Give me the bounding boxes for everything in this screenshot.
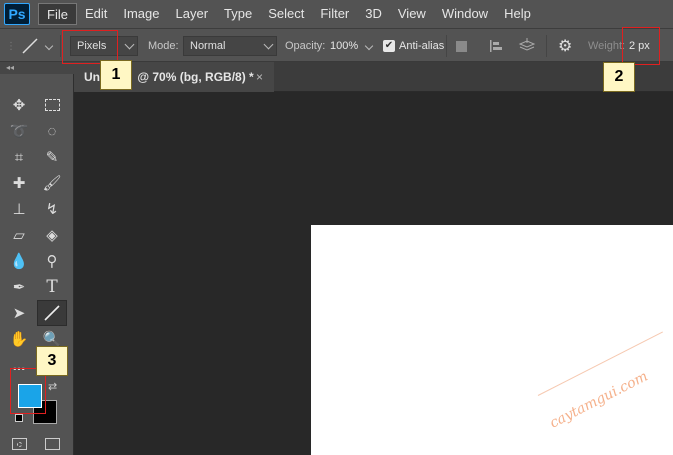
hand-tool[interactable]: ✋ [4,326,34,352]
annotation-badge-1: 1 [100,60,132,90]
separator [446,35,447,57]
path-arrangement-button[interactable] [518,29,536,63]
eraser-tool[interactable]: ▱ [4,222,34,248]
align-icon [490,40,502,52]
paint-bucket-tool[interactable]: ◈ [37,222,67,248]
menu-select[interactable]: Select [260,3,312,25]
bandage-icon: ✚ [12,175,26,192]
highlight-box-1 [62,30,118,64]
type-icon: T [46,277,58,297]
droplet-icon: 💧 [9,253,29,270]
blur-tool[interactable]: 💧 [4,248,34,274]
document-tab-bar: Un @ 70% (bg, RGB/8) * × [74,62,673,92]
screen-mode-button[interactable] [37,431,67,455]
gear-icon: ⚙ [558,38,573,55]
blend-mode-select[interactable]: Normal [183,36,277,56]
chevron-down-icon [263,39,274,50]
separator [60,35,61,57]
move-tool[interactable]: ✥ [4,92,34,118]
highlight-box-2 [622,27,660,65]
dodge-tool[interactable]: ⚲ [37,248,67,274]
document-tab-info: @ 70% (bg, RGB/8) * [137,70,254,84]
brush-tool[interactable]: 🖌 [37,170,67,196]
opacity-label: Opacity: [285,40,326,52]
menu-edit[interactable]: Edit [77,3,115,25]
lasso-icon: ➰ [9,123,29,140]
type-tool[interactable]: T [37,274,67,300]
line-tool-icon [22,38,38,54]
arrange-icon [518,38,536,51]
path-selection-tool[interactable]: ➤ [4,300,34,326]
menu-type[interactable]: Type [216,3,260,25]
paint-bucket-icon: ◈ [46,227,58,244]
brush-icon: 🖌 [42,175,62,192]
arrow-cursor-icon: ➤ [12,305,26,322]
pen-icon: ✒ [12,279,26,296]
antialias-checkbox[interactable]: ✔ [383,40,395,52]
eyedropper-icon: ✎ [45,149,59,166]
eraser-icon: ▱ [13,227,25,244]
eyedropper-tool[interactable]: ✎ [37,144,67,170]
separator [546,35,547,57]
move-icon: ✥ [12,97,26,114]
path-alignment-button[interactable] [488,29,504,63]
marquee-tool[interactable] [37,92,67,118]
history-brush-icon: ↯ [45,201,59,218]
photoshop-logo: Ps [4,3,30,25]
swap-colors-icon[interactable]: ⇄ [48,380,57,393]
pen-tool[interactable]: ✒ [4,274,34,300]
crop-icon: ⌗ [14,148,24,166]
menu-window[interactable]: Window [434,3,496,25]
dodge-icon: ⚲ [46,253,58,270]
quick-mask-icon [11,438,27,450]
close-icon[interactable]: × [256,62,263,92]
annotation-badge-2: 2 [603,62,635,92]
hand-icon: ✋ [9,331,29,348]
menu-view[interactable]: View [390,3,434,25]
settings-button[interactable]: ⚙ [558,29,572,63]
stamp-icon: ⊥ [12,201,26,218]
lasso-tool[interactable]: ➰ [4,118,34,144]
chevron-down-icon[interactable] [364,41,374,51]
quick-mask-button[interactable] [4,431,34,455]
crop-tool[interactable]: ⌗ [4,144,34,170]
chevron-down-icon [124,39,135,50]
clone-stamp-tool[interactable]: ⊥ [4,196,34,222]
blend-mode-value: Normal [190,40,226,52]
history-brush-tool[interactable]: ↯ [37,196,67,222]
antialias-label: Anti-alias [399,40,445,52]
menu-bar: Ps File Edit Image Layer Type Select Fil… [0,0,673,28]
quick-selection-tool[interactable]: ◌ [37,118,67,144]
opacity-input[interactable]: 100% [330,40,358,52]
line-tool-icon [44,305,60,321]
menu-3d[interactable]: 3D [357,3,390,25]
mode-label: Mode: [148,40,179,52]
default-colors-icon[interactable] [15,414,23,422]
marquee-icon [44,99,60,111]
menu-image[interactable]: Image [115,3,167,25]
path-operations-button[interactable] [456,29,467,63]
healing-brush-tool[interactable]: ✚ [4,170,34,196]
square-icon [456,40,467,52]
menu-filter[interactable]: Filter [312,3,357,25]
document-tab-title: Un [84,70,100,84]
menu-help[interactable]: Help [496,3,539,25]
line-tool[interactable] [37,300,67,326]
tool-preset-picker[interactable] [20,29,54,63]
annotation-badge-3: 3 [36,346,68,376]
chevron-down-icon [44,41,54,51]
screen-mode-icon [44,438,60,450]
document-canvas[interactable] [311,225,673,455]
menu-layer[interactable]: Layer [168,3,217,25]
options-grip: ⋮ [6,40,16,52]
weight-label: Weight: [588,40,626,52]
menu-file[interactable]: File [38,3,77,25]
quick-selection-icon: ◌ [47,122,57,140]
